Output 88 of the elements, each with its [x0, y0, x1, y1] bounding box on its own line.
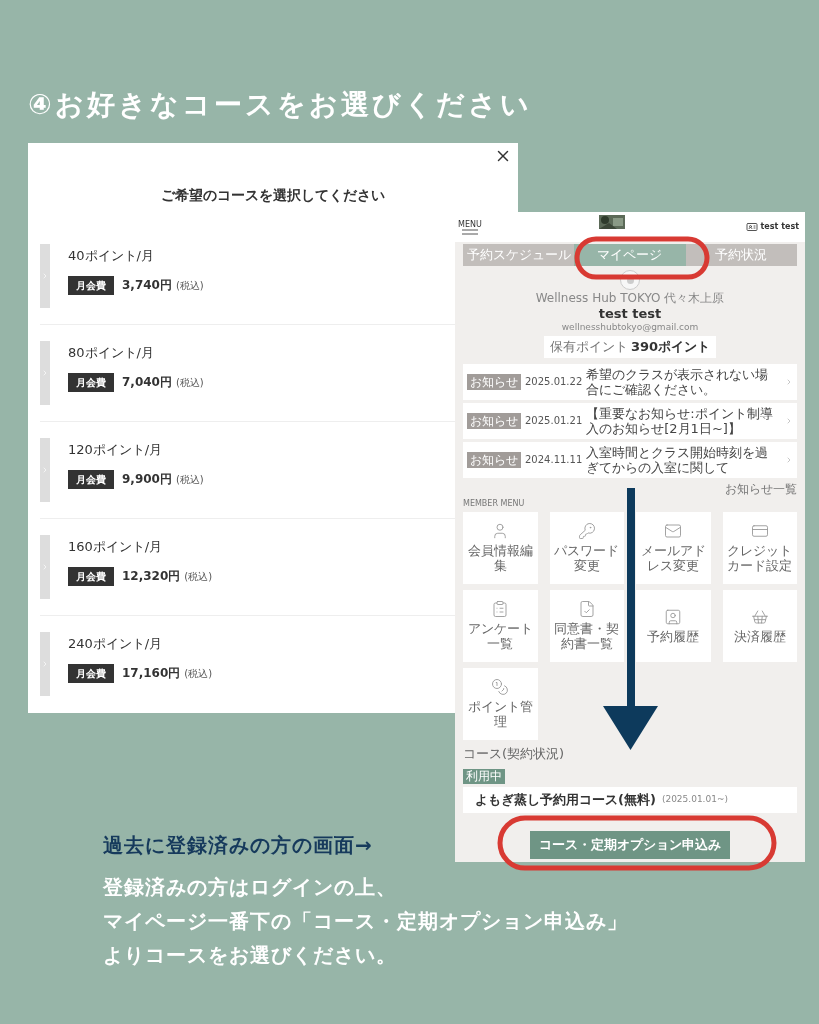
expand-tab[interactable]	[40, 341, 50, 405]
notice-title: 入室時間とクラス開始時刻を過ぎてからの入室に関して	[586, 444, 770, 475]
points-label: 保有ポイント	[549, 338, 628, 356]
course-price: 12,320円	[122, 568, 181, 585]
notice-title: 【重要なお知らせ:ポイント制導入のお知らせ[2月1日~]】	[586, 405, 774, 436]
chevron-icon	[41, 369, 49, 377]
fee-badge: 月会費	[68, 275, 114, 295]
member-name: test test	[598, 306, 662, 322]
menu-tile[interactable]: パスワード変更	[549, 511, 624, 584]
menu-tile[interactable]: クレジットカード設定	[722, 511, 797, 584]
fee-badge: 月会費	[68, 469, 114, 489]
menu-tile[interactable]: メールアドレス変更	[636, 511, 711, 584]
coins-icon	[491, 678, 510, 696]
notice-date: 2024.11.11	[525, 453, 583, 467]
tile-label: クレジットカード設定	[726, 543, 794, 573]
course-name: 80ポイント/月	[68, 344, 155, 362]
tile-label: ポイント管理	[466, 699, 534, 729]
tile-label: 予約履歴	[647, 628, 700, 644]
caption-title: 過去に登録済みの方の画面→	[103, 832, 373, 859]
fee-badge: 月会費	[68, 566, 114, 586]
chevron-icon	[785, 416, 793, 425]
tax-note: (税込)	[184, 569, 213, 584]
notice-date: 2025.01.22	[525, 375, 583, 389]
tax-note: (税込)	[175, 278, 204, 293]
notice-badge: お知らせ	[467, 373, 521, 390]
menu-tile[interactable]: 予約履歴	[636, 589, 711, 662]
profile-card-icon	[664, 607, 683, 626]
course-price: 7,040円	[122, 374, 172, 391]
basket-icon	[750, 607, 769, 626]
course-name: 120ポイント/月	[68, 441, 164, 459]
expand-tab[interactable]	[40, 438, 50, 502]
member-email: wellnesshubtokyo@gmail.com	[561, 322, 699, 333]
notice-date: 2025.01.21	[525, 414, 583, 428]
expand-tab[interactable]	[40, 632, 50, 696]
tile-label: 同意書・契約書一覧	[553, 621, 621, 651]
tax-note: (税込)	[175, 472, 204, 487]
chevron-icon	[41, 660, 49, 668]
fee-badge: 月会費	[68, 663, 114, 683]
notices-link[interactable]: お知らせ一覧	[725, 479, 797, 498]
menu-icon	[462, 228, 478, 235]
expand-tab[interactable]	[40, 535, 50, 599]
envelope-icon	[664, 522, 683, 540]
section-title: コース(契約状況)	[462, 744, 566, 763]
section-title: MEMBER MENU	[462, 497, 526, 510]
page-heading: ④お好きなコースをお選びください	[28, 87, 532, 123]
fee-badge: 月会費	[68, 372, 114, 392]
status-badge: 利用中	[463, 769, 505, 784]
tile-label: 会員情報編集	[466, 543, 534, 573]
tile-label: パスワード変更	[553, 543, 621, 573]
course-name: 160ポイント/月	[68, 538, 164, 556]
notice-title: 希望のクラスが表示されない場合にご確認ください。	[586, 366, 770, 397]
chevron-icon	[41, 272, 49, 280]
course-name: よもぎ蒸し予約用コース(無料)	[475, 791, 656, 810]
menu-tile[interactable]: 会員情報編集	[463, 511, 538, 584]
points-value: 390ポイント	[630, 338, 711, 356]
caption-text: 登録済みの方はログインの上、 マイページ一番下の「コース・定期オプション申込み」 よりコースをお選びください。	[103, 874, 628, 969]
course-price: 17,160円	[122, 665, 181, 682]
menu-tile[interactable]: ポイント管理	[463, 667, 538, 740]
course-since: (2025.01.01~)	[661, 793, 728, 807]
course-price: 3,740円	[122, 277, 172, 294]
course-name: 240ポイント/月	[68, 635, 164, 653]
credit-card-icon	[750, 522, 769, 540]
apply-button[interactable]: コース・定期オプション申込み	[530, 831, 730, 859]
course-price: 9,900円	[122, 471, 172, 488]
menu-tile[interactable]: 決済履歴	[722, 589, 797, 662]
notice-badge: お知らせ	[467, 451, 521, 468]
shop-name: Wellness Hub TOKYO 代々木上原	[535, 291, 725, 306]
tax-note: (税込)	[184, 666, 213, 681]
menu-tile[interactable]: 同意書・契約書一覧	[549, 589, 624, 662]
chevron-icon	[785, 377, 793, 386]
tile-label: アンケート一覧	[466, 621, 534, 651]
tile-label: 決済履歴	[733, 628, 786, 644]
user-card-icon[interactable]	[745, 221, 758, 233]
dialog-title: ご希望のコースを選択してください	[160, 186, 386, 205]
menu-tile[interactable]: アンケート一覧	[463, 589, 538, 662]
key-icon	[577, 522, 596, 540]
chevron-icon	[41, 466, 49, 474]
course-name: 40ポイント/月	[68, 247, 155, 265]
chevron-icon	[785, 455, 793, 464]
list-icon	[491, 600, 510, 618]
notice-badge: お知らせ	[467, 412, 521, 429]
chevron-icon	[41, 563, 49, 571]
menu-label: MENU	[458, 219, 482, 229]
tile-label: メールアドレス変更	[639, 543, 707, 573]
expand-tab[interactable]	[40, 244, 50, 308]
document-check-icon	[577, 600, 596, 618]
tax-note: (税込)	[175, 375, 204, 390]
user-name: test test	[760, 221, 799, 233]
